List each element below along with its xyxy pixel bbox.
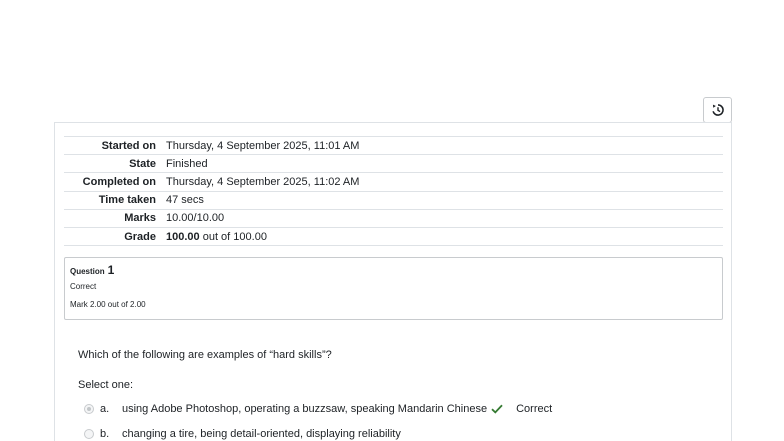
summary-value: Finished (166, 157, 208, 170)
summary-label: Marks (124, 212, 156, 225)
summary-value: 47 secs (166, 194, 204, 207)
question-mark: Mark 2.00 out of 2.00 (70, 300, 146, 309)
answer-letter: b. (100, 428, 110, 440)
summary-row-completed: Completed on Thursday, 4 September 2025,… (64, 173, 723, 192)
answer-radio[interactable] (84, 429, 94, 439)
question-heading: Question 1 (70, 263, 717, 277)
summary-row-started: Started on Thursday, 4 September 2025, 1… (64, 137, 723, 156)
summary-label: Started on (101, 139, 156, 152)
question-number: 1 (107, 263, 115, 277)
summary-value: 100.00 out of 100.00 (166, 231, 267, 243)
answer-text: using Adobe Photoshop, operating a buzzs… (122, 403, 488, 415)
summary-label: Completed on (82, 175, 156, 188)
summary-value: 10.00/10.00 (166, 212, 225, 225)
grade-out-of: out of 100.00 (199, 230, 267, 243)
question-text: Which of the following are examples of “… (78, 349, 332, 361)
attempt-summary-table: Started on Thursday, 4 September 2025, 1… (64, 136, 723, 247)
answer-feedback: Correct (516, 403, 553, 415)
review-history-button[interactable] (703, 97, 732, 123)
grade-score: 100.00 (166, 230, 200, 243)
answer-prompt: Select one: (78, 379, 134, 391)
summary-row-state: State Finished (64, 155, 723, 174)
summary-label: State (129, 157, 156, 170)
summary-value: Thursday, 4 September 2025, 11:02 AM (166, 175, 360, 188)
history-icon (711, 103, 725, 117)
summary-row-marks: Marks 10.00/10.00 (64, 210, 723, 228)
answer-radio[interactable] (84, 404, 94, 414)
answer-letter: a. (100, 403, 110, 415)
question-info-box: Question 1 Correct Mark 2.00 out of 2.00 (64, 257, 723, 320)
summary-value: Thursday, 4 September 2025, 11:01 AM (166, 139, 360, 152)
question-label: Question (70, 267, 105, 276)
check-icon (491, 404, 503, 414)
answer-option-a[interactable]: a. using Adobe Photoshop, operating a bu… (84, 403, 552, 415)
answer-text: changing a tire, being detail-oriented, … (122, 428, 401, 440)
summary-label: Grade (124, 230, 156, 243)
summary-row-grade: Grade 100.00 out of 100.00 (64, 228, 723, 247)
summary-label: Time taken (98, 194, 156, 207)
summary-row-time-taken: Time taken 47 secs (64, 192, 723, 210)
answer-option-b[interactable]: b. changing a tire, being detail-oriente… (84, 428, 401, 440)
question-state: Correct (70, 282, 97, 291)
